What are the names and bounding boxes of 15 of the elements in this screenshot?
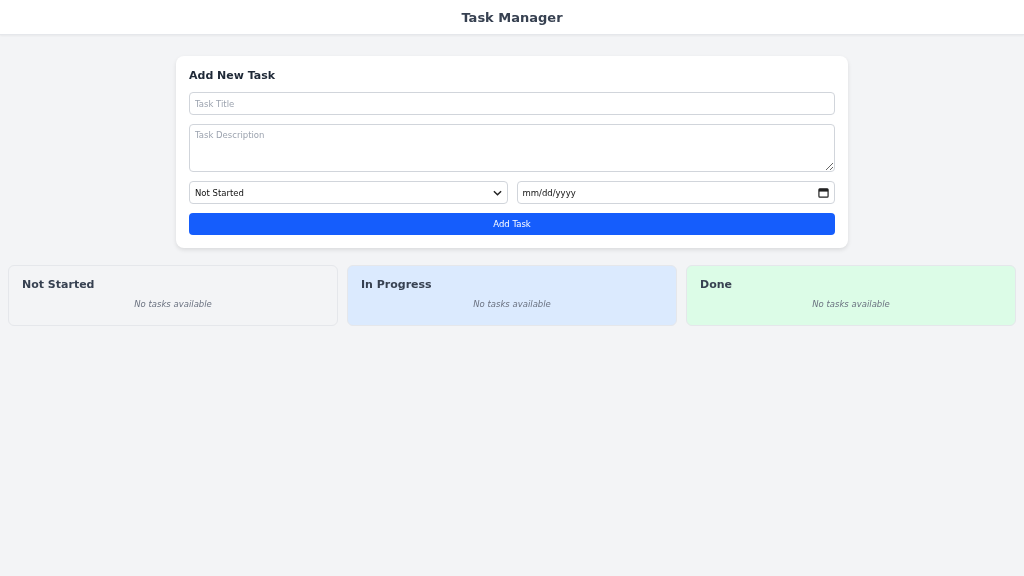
add-task-button[interactable]: Add Task — [189, 213, 835, 235]
column-title: Not Started — [22, 278, 96, 291]
date-field[interactable]: mm/dd/yyyy — [516, 181, 835, 204]
form-heading: Add New Task — [189, 69, 277, 82]
column-title: In Progress — [361, 278, 433, 291]
calendar-icon — [818, 187, 829, 198]
empty-message: No tasks available — [811, 299, 891, 309]
title-field[interactable]: Task Title — [189, 92, 835, 115]
chevron-down-icon — [492, 189, 502, 196]
app-title: Task Manager — [461, 9, 563, 25]
empty-message: No tasks available — [472, 299, 552, 309]
column-title: Done — [700, 278, 733, 291]
status-select[interactable]: Not Started — [189, 181, 508, 204]
empty-message: No tasks available — [133, 299, 213, 309]
description-field[interactable]: Task Description — [189, 124, 835, 172]
